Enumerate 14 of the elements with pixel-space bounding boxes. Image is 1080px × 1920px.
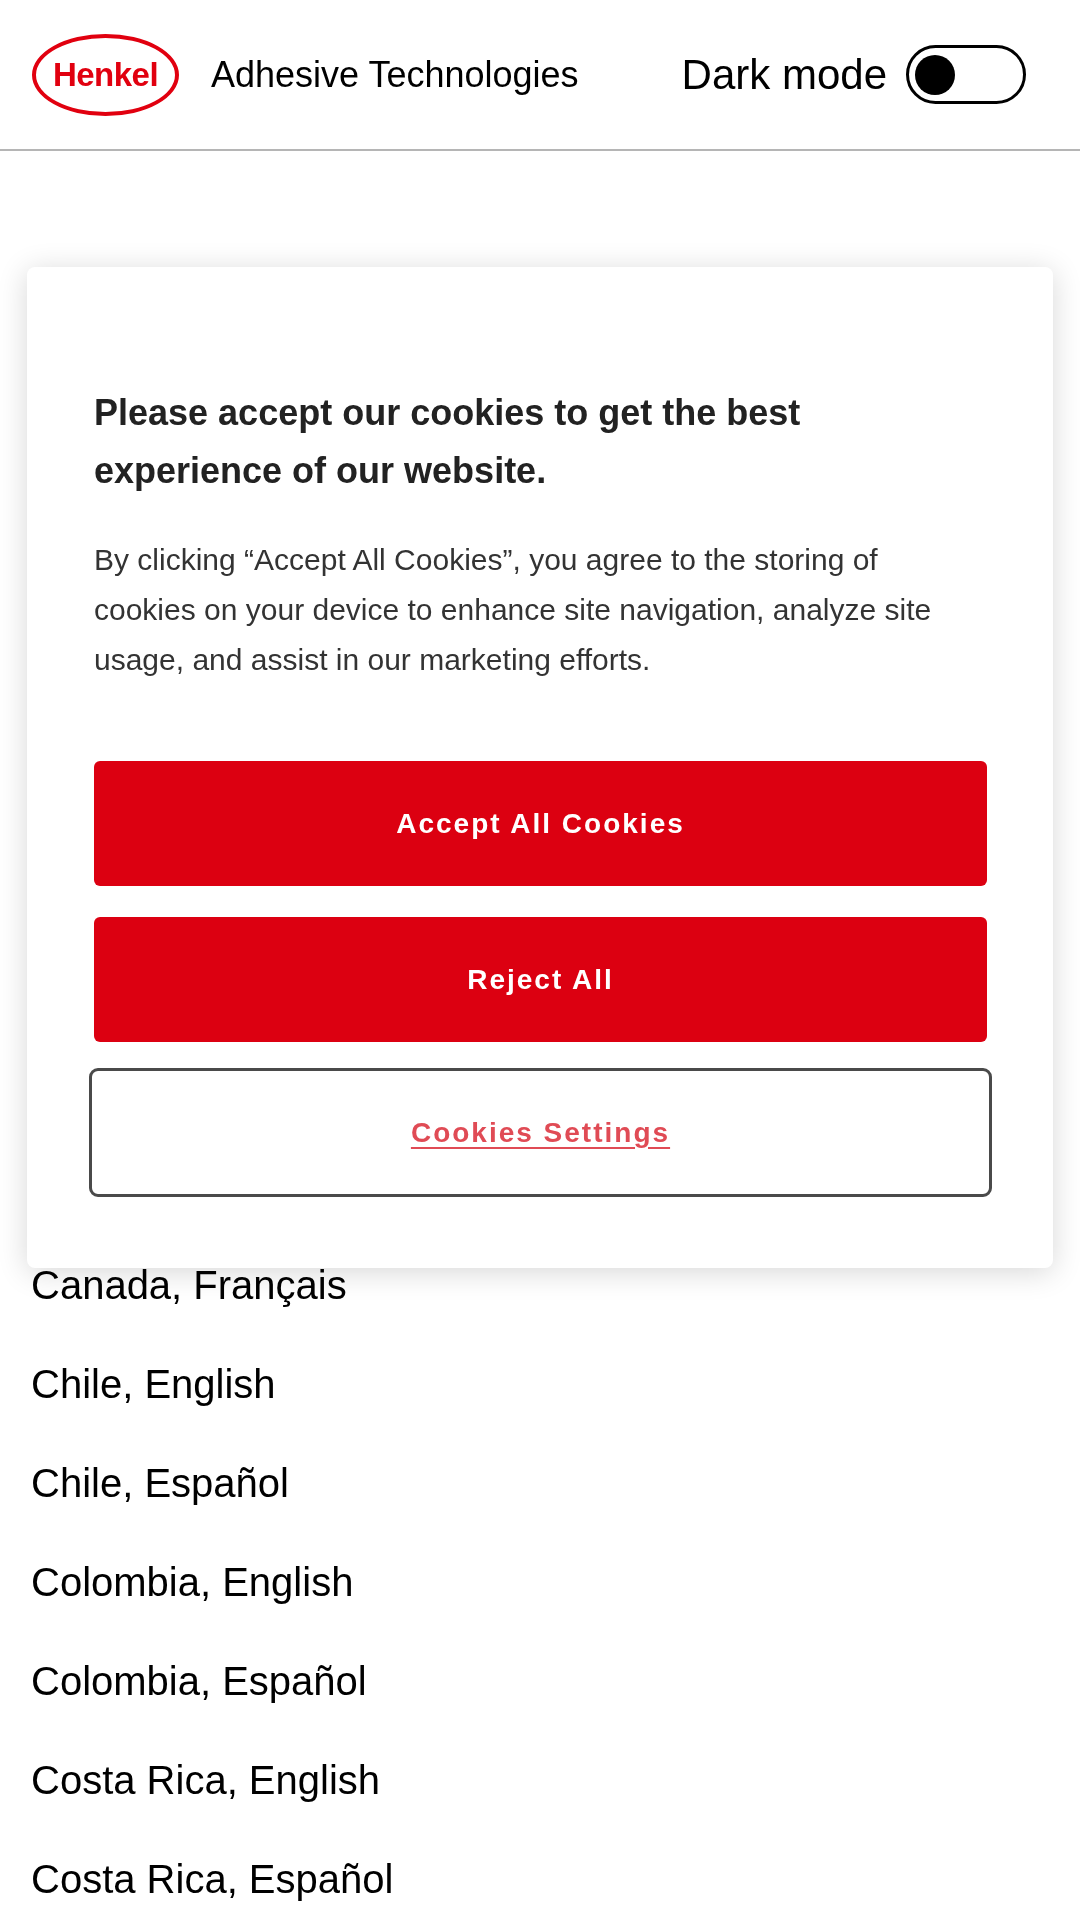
reject-all-button[interactable]: Reject All <box>94 917 987 1042</box>
country-language-link[interactable]: Costa Rica, Español <box>31 1855 394 1903</box>
site-title: Adhesive Technologies <box>211 53 579 96</box>
country-language-link[interactable]: Colombia, Español <box>31 1657 367 1705</box>
cookie-consent-text: By clicking “Accept All Cookies”, you agree to the storing of cookies on your device to enhance site navigation, analyze site usage, and assist in our marketing efforts. <box>94 542 933 678</box>
dialog-heading: Please accept our cookies to get the best experience of our website. <box>94 391 802 493</box>
cookie-settings-button[interactable]: Cookies Settings <box>89 1068 992 1197</box>
country-language-link[interactable]: Costa Rica, English <box>31 1756 381 1804</box>
country-language-link[interactable]: Chile, Español <box>31 1459 289 1507</box>
country-language-link[interactable]: Chile, English <box>31 1360 276 1408</box>
country-language-link[interactable]: Colombia, English <box>31 1558 354 1606</box>
accept-cookies-button[interactable]: Accept All Cookies <box>94 761 987 886</box>
dark-mode-label: Dark mode <box>681 50 887 99</box>
brand-logo[interactable]: Henkel <box>32 33 179 116</box>
